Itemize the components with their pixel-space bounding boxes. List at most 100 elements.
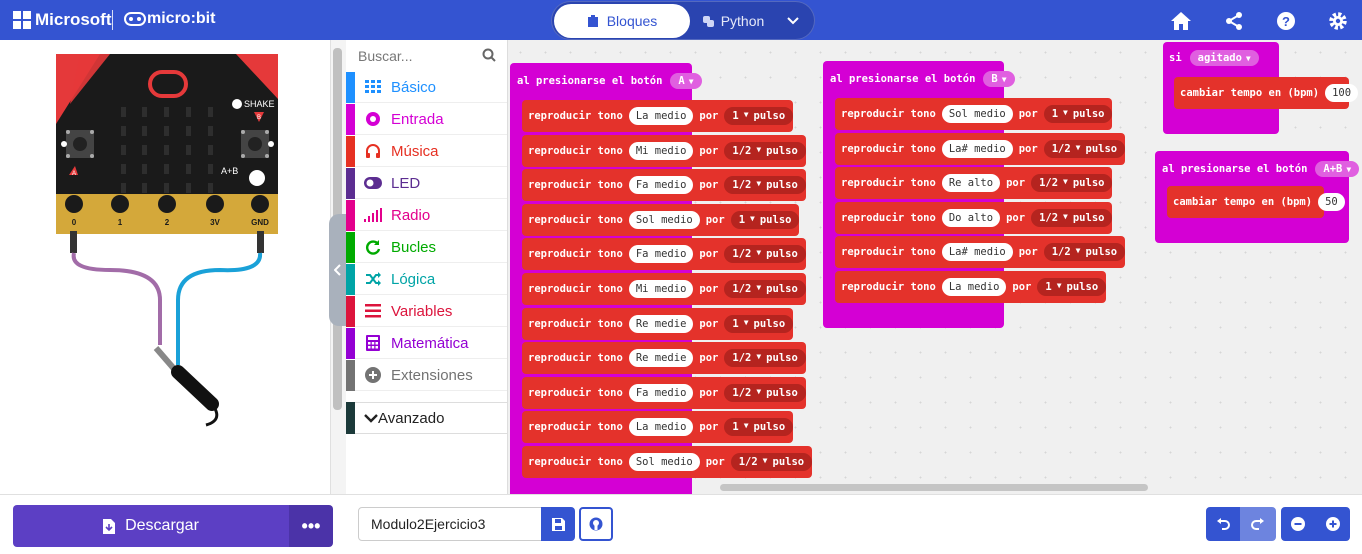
blocks-workspace[interactable]: al presionarse el botón A ▼ al presionars… [508,40,1362,494]
button-dropdown[interactable]: A+B ▼ [1315,161,1360,177]
beat-dropdown[interactable]: 1/2 ▼ pulso [724,176,806,195]
play-tone-block[interactable]: reproducir tono Sol medio por 1 ▼ pulso [522,203,800,236]
pin-gnd-label: GND [251,218,269,227]
play-tone-block[interactable]: reproducir tono Sol medio por 1/2 ▼ pulso [522,446,813,478]
note-dropdown[interactable]: Mi medio [628,141,694,160]
note-dropdown[interactable]: La medio [628,107,694,125]
search-input[interactable]: Buscar... [358,48,412,64]
download-button[interactable]: Descargar [13,505,289,547]
set-tempo-block[interactable]: cambiar tempo en (bpm) 50 [1167,186,1345,218]
note-dropdown[interactable]: Sol medio [941,105,1013,123]
note-dropdown[interactable]: La medio [628,418,694,437]
toolbox-category-bucles[interactable]: Bucles [346,231,507,263]
button-dropdown[interactable]: B ▼ [983,71,1015,87]
play-tone-block[interactable]: reproducir tono Fa medio por 1/2 ▼ pulso [522,376,806,409]
workspace-scrollbar[interactable] [720,484,1148,491]
play-tone-block[interactable]: reproducir tono Mi medio por 1/2 ▼ pulso [522,134,806,167]
play-tone-block[interactable]: reproducir tono La# medio por 1/2 ▼ pulso [835,236,1126,269]
note-dropdown[interactable]: Fa medio [628,176,694,195]
chevron-down-icon: ▼ [1001,74,1007,84]
search-icon[interactable] [482,48,496,62]
play-tone-block[interactable]: reproducir tono La medio por 1 ▼ pulso [522,100,794,132]
zoom-in-button[interactable] [1315,507,1350,541]
play-tone-block[interactable]: reproducir tono Do alto por 1/2 ▼ pulso [835,201,1113,234]
microsoft-brand[interactable]: Microsoft [35,10,112,30]
button-dropdown[interactable]: A ▼ [670,73,702,89]
help-icon[interactable]: ? [1274,9,1298,33]
note-dropdown[interactable]: Re alto [941,174,1001,193]
toolbox-category-variables[interactable]: Variables [346,295,507,327]
note-dropdown[interactable]: Fa medio [628,245,694,264]
set-tempo-block[interactable]: cambiar tempo en (bpm) 100 [1174,77,1359,109]
beat-dropdown[interactable]: 1/2 ▼ pulso [1031,208,1113,227]
note-dropdown[interactable]: La# medio [941,139,1013,158]
tempo-value[interactable]: 100 [1325,84,1359,102]
play-tone-block[interactable]: reproducir tono Fa medio por 1/2 ▼ pulso [522,238,806,271]
note-dropdown[interactable]: Do alto [941,208,1001,227]
microbit-logo-icon[interactable] [124,12,146,26]
toolbox-search[interactable]: Buscar... [346,40,508,72]
play-tone-block[interactable]: reproducir tono Re medie por 1 ▼ pulso [522,307,794,340]
microsoft-logo-icon[interactable] [13,11,31,29]
beat-dropdown[interactable]: 1 ▼ pulso [730,210,800,229]
play-tone-block[interactable]: reproducir tono Sol medio por 1 ▼ pulso [835,98,1113,130]
share-icon[interactable] [1222,9,1246,33]
toolbox-category-matematica[interactable]: Matemática [346,327,507,359]
note-dropdown[interactable]: La# medio [941,243,1013,262]
microbit-simulator[interactable]: A B SHAKE A+B 0 1 2 3V GND [0,40,330,494]
beat-dropdown[interactable]: 1 ▼ pulso [1037,278,1107,296]
microbit-brand[interactable]: micro:bit [147,10,215,28]
toolbox-category-basico[interactable]: Básico [346,71,507,103]
undo-button[interactable] [1206,507,1240,541]
beat-dropdown[interactable]: 1/2 ▼ pulso [1043,139,1126,158]
play-tone-block[interactable]: reproducir tono La medio por 1 ▼ pulso [522,411,794,444]
note-dropdown[interactable]: Fa medio [628,383,694,402]
toolbox-category-led[interactable]: LED [346,167,507,199]
beat-dropdown[interactable]: 1/2 ▼ pulso [724,280,806,298]
beat-dropdown[interactable]: 1/2 ▼ pulso [1043,243,1126,262]
toolbox-category-musica[interactable]: Música [346,135,507,167]
project-name-input[interactable]: Modulo2Ejercicio3 [358,507,542,541]
beat-dropdown[interactable]: 1/2 ▼ pulso [724,349,806,368]
toolbox-category-radio[interactable]: Radio [346,199,507,231]
beat-dropdown[interactable]: 1 ▼ pulso [724,314,794,333]
beat-dropdown[interactable]: 1/2 ▼ pulso [1031,174,1113,193]
beat-dropdown[interactable]: 1/2 ▼ pulso [730,453,813,471]
play-tone-block[interactable]: reproducir tono Re alto por 1/2 ▼ pulso [835,167,1113,200]
beat-dropdown[interactable]: 1/2 ▼ pulso [724,383,806,402]
more-options-button[interactable]: ••• [289,505,333,547]
redo-button[interactable] [1240,507,1276,541]
gear-icon[interactable] [1326,9,1350,33]
note-dropdown[interactable]: Mi medio [628,280,694,298]
beat-dropdown[interactable]: 1 ▼ pulso [724,418,794,437]
collapse-simulator-button[interactable] [329,214,346,326]
home-icon[interactable] [1169,9,1193,33]
beat-dropdown[interactable]: 1/2 ▼ pulso [724,245,806,264]
github-button[interactable] [579,507,613,541]
toolbox-category-logica[interactable]: Lógica [346,263,507,295]
note-dropdown[interactable]: Re medie [628,349,694,368]
play-tone-block[interactable]: reproducir tono Re medie por 1/2 ▼ pulso [522,342,806,375]
bottom-bar: Descargar ••• Modulo2Ejercicio3 [0,494,1362,554]
zoom-out-button[interactable] [1281,507,1315,541]
beat-dropdown[interactable]: 1 ▼ pulso [1043,105,1113,123]
gesture-dropdown[interactable]: agitado ▼ [1189,50,1259,66]
chevron-down-icon[interactable] [782,10,804,32]
note-dropdown[interactable]: Sol medio [628,210,700,229]
toolbox-category-extensiones[interactable]: Extensiones [346,359,507,391]
play-tone-block[interactable]: reproducir tono Fa medio por 1/2 ▼ pulso [522,169,806,202]
play-tone-block[interactable]: reproducir tono Mi medio por 1/2 ▼ pulso [522,273,806,305]
tab-blocks[interactable]: Bloques [554,4,690,38]
tab-python[interactable]: Python [692,4,774,38]
beat-dropdown[interactable]: 1/2 ▼ pulso [724,141,806,160]
toolbox-category-avanzado[interactable]: Avanzado [346,402,507,434]
beat-dropdown[interactable]: 1 ▼ pulso [724,107,794,125]
play-tone-block[interactable]: reproducir tono La medio por 1 ▼ pulso [835,271,1107,303]
note-dropdown[interactable]: Re medie [628,314,694,333]
play-tone-block[interactable]: reproducir tono La# medio por 1/2 ▼ pulso [835,132,1126,165]
toolbox-category-entrada[interactable]: Entrada [346,103,507,135]
note-dropdown[interactable]: La medio [941,278,1007,296]
note-dropdown[interactable]: Sol medio [628,453,700,471]
tempo-value[interactable]: 50 [1318,193,1345,211]
save-button[interactable] [541,507,575,541]
